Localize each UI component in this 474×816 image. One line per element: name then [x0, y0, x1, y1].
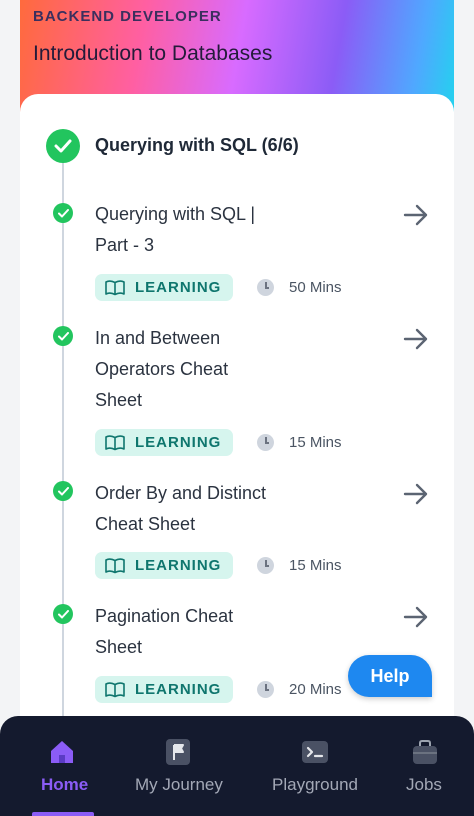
help-button[interactable]: Help [348, 655, 432, 697]
completed-check-icon [53, 326, 73, 346]
item-title: Querying with SQL | Part - 3 [95, 204, 256, 255]
nav-item-my-journey[interactable]: My Journey [126, 716, 230, 816]
completed-check-icon [53, 203, 73, 223]
clock-icon [257, 557, 274, 574]
duration: 15 Mins [257, 434, 342, 451]
learning-badge: LEARNING [95, 429, 234, 456]
nav-item-jobs[interactable]: Jobs [394, 716, 456, 816]
item-title: Order By and Distinct Cheat Sheet [95, 483, 267, 534]
track-label: BACKEND DEVELOPER [33, 8, 222, 25]
terminal-icon [302, 741, 328, 763]
arrow-right-icon[interactable] [403, 606, 429, 628]
duration: 50 Mins [257, 279, 342, 296]
arrow-right-icon[interactable] [403, 328, 429, 350]
arrow-right-icon[interactable] [403, 483, 429, 505]
learning-badge: LEARNING [95, 552, 234, 579]
book-icon [105, 279, 125, 295]
item-title: Pagination Cheat Sheet [95, 606, 234, 657]
timeline-line [62, 148, 64, 728]
duration: 20 Mins [257, 681, 342, 698]
item-title: In and Between Operators Cheat Sheet [95, 328, 229, 410]
flag-icon [166, 739, 190, 765]
active-tab-indicator [32, 812, 94, 816]
learning-badge: LEARNING [95, 274, 234, 301]
book-icon [105, 557, 125, 573]
section-title[interactable]: Querying with SQL (6/6) [95, 135, 299, 156]
completed-check-icon [53, 481, 73, 501]
briefcase-icon [413, 740, 437, 764]
clock-icon [257, 681, 274, 698]
nav-item-home[interactable]: Home [0, 716, 126, 816]
duration: 15 Mins [257, 557, 342, 574]
book-icon [105, 434, 125, 450]
home-icon [51, 741, 73, 763]
course-title: Introduction to Databases [33, 42, 273, 65]
completed-check-icon [53, 604, 73, 624]
clock-icon [257, 434, 274, 451]
arrow-right-icon[interactable] [403, 204, 429, 226]
book-icon [105, 681, 125, 697]
nav-item-playground[interactable]: Playground [262, 716, 370, 816]
section-complete-check-icon [46, 129, 80, 163]
bottom-nav: Home My Journey Playground Jobs [0, 716, 474, 816]
clock-icon [257, 279, 274, 296]
learning-badge: LEARNING [95, 676, 234, 703]
